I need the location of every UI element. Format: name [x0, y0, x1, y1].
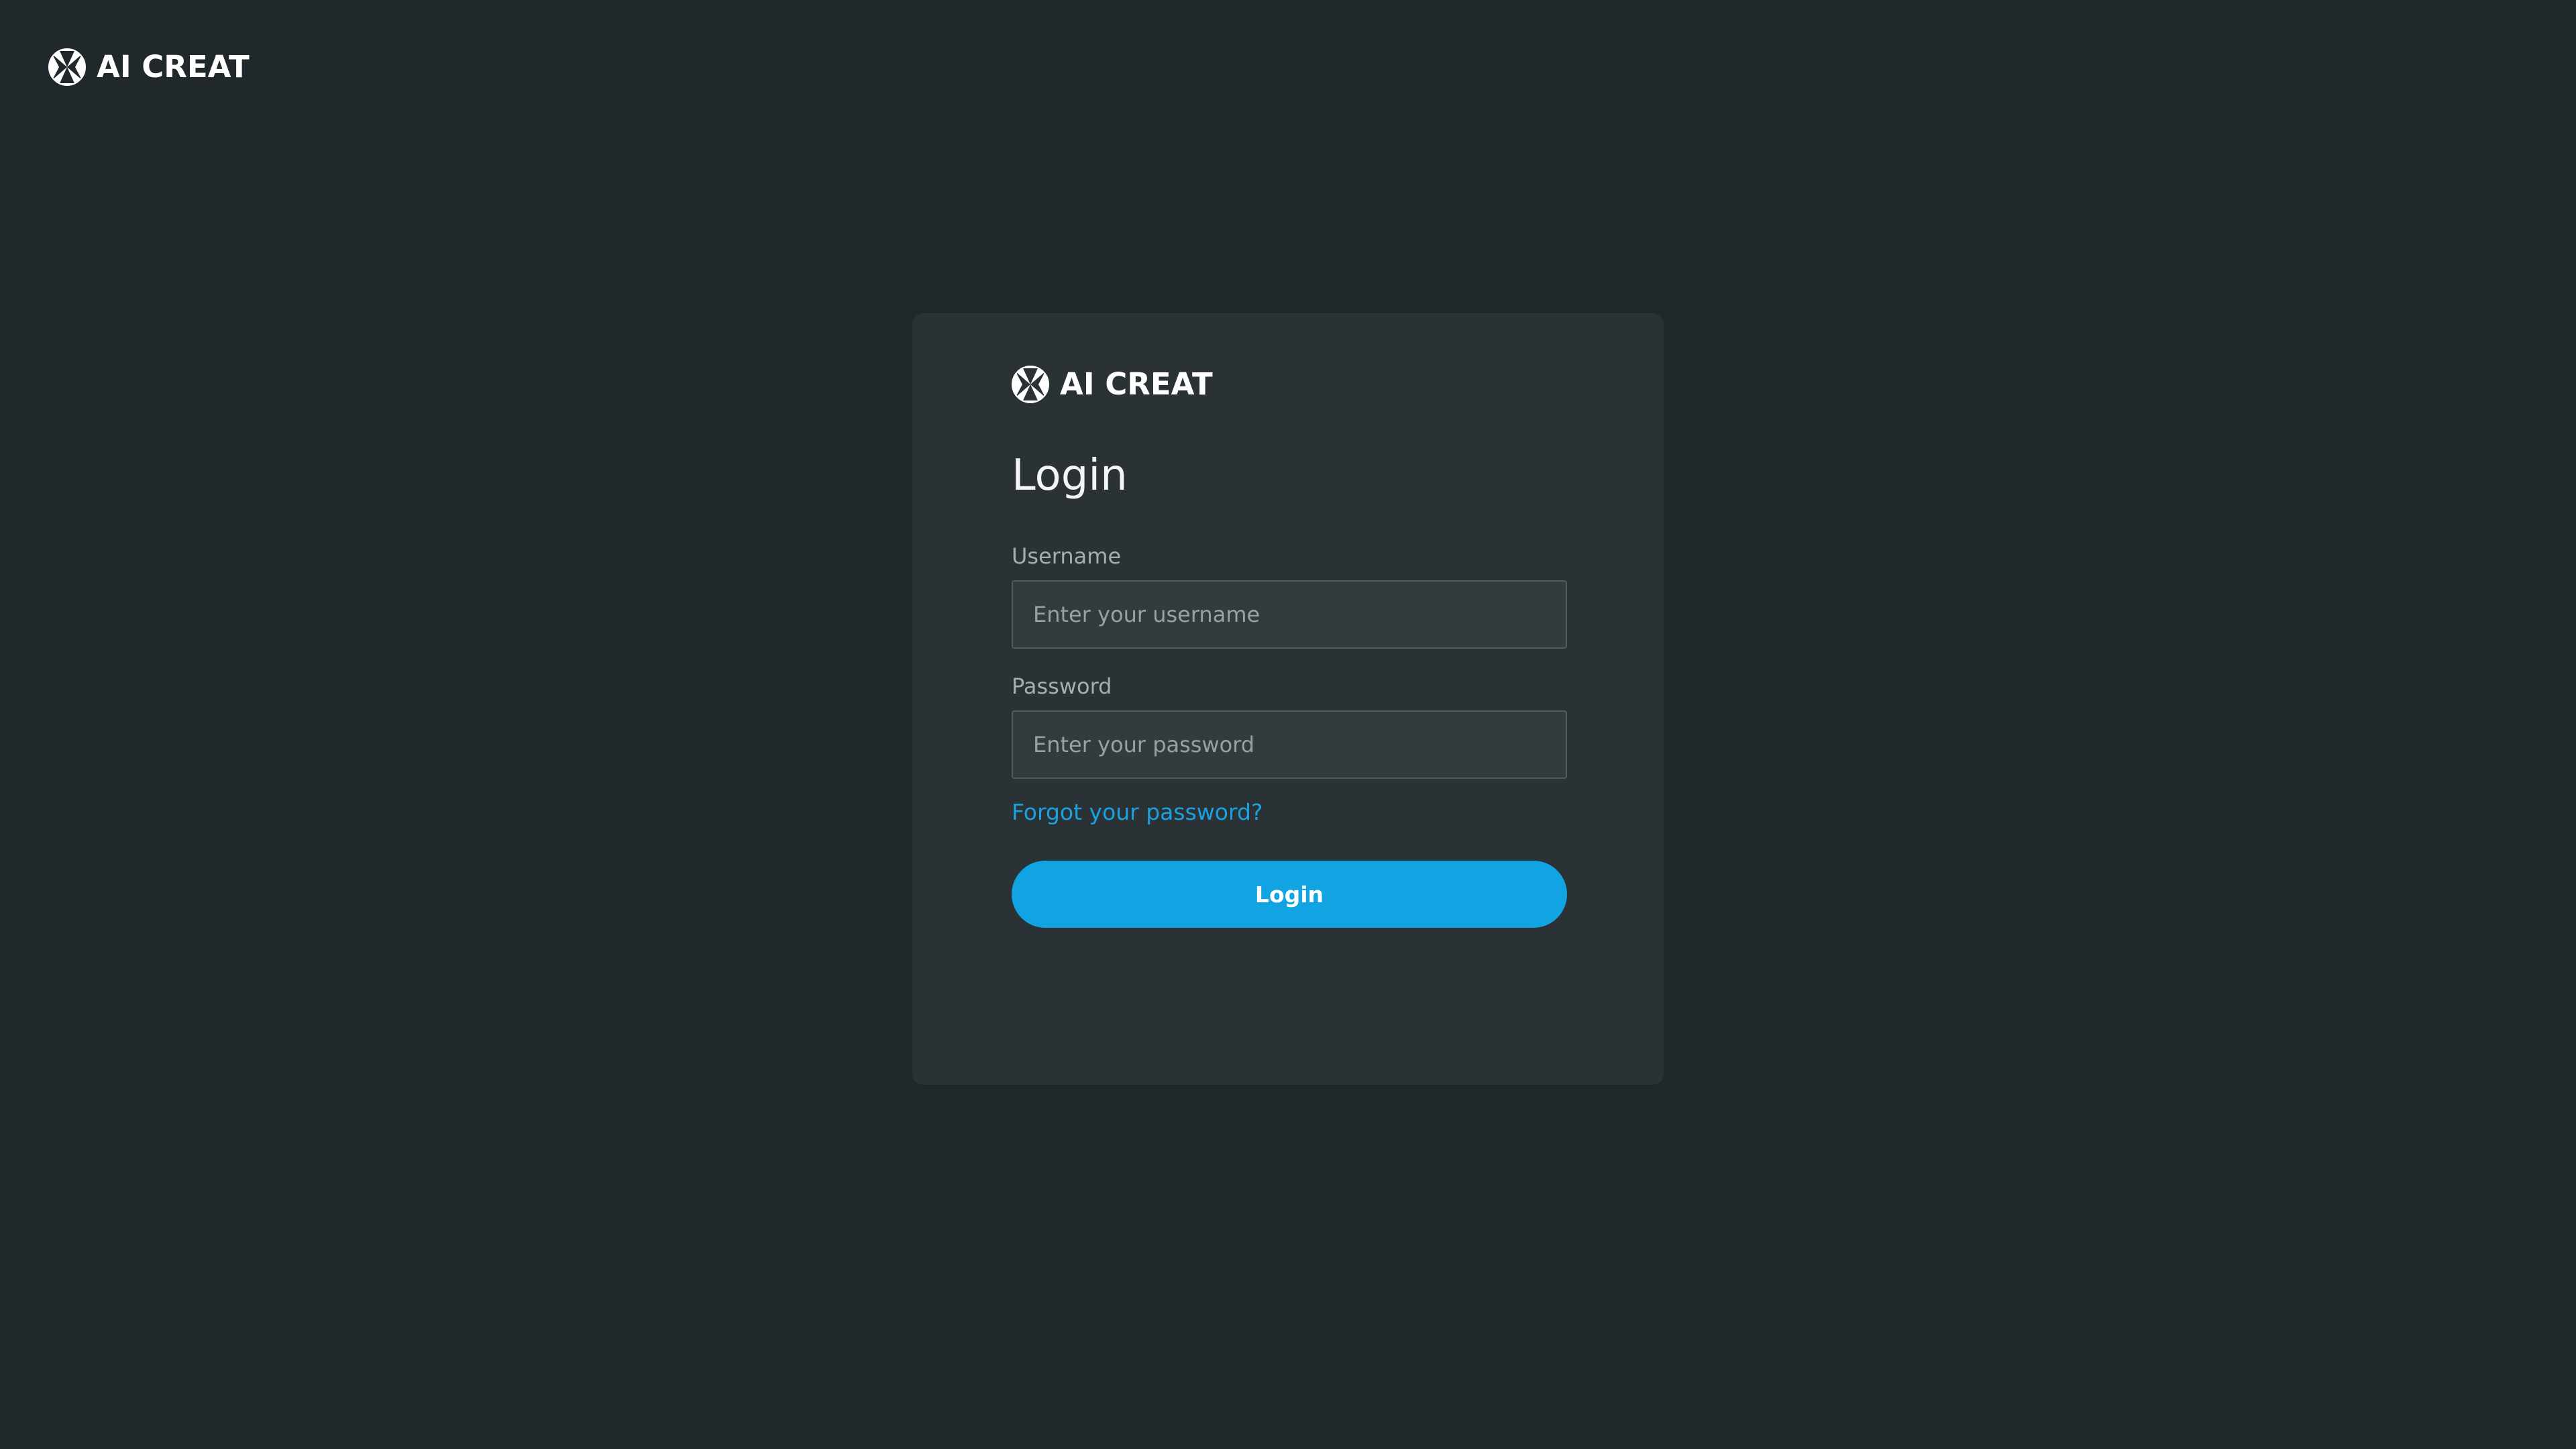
ai-creat-logo-icon — [1012, 366, 1049, 403]
username-input[interactable] — [1012, 580, 1567, 649]
card-brand-name: AI CREAT — [1060, 366, 1213, 402]
page-title: Login — [1012, 451, 1128, 500]
login-button[interactable]: Login — [1012, 861, 1567, 928]
login-page: AI CREAT AI CREAT Login Username Passwor… — [0, 0, 2576, 1449]
ai-creat-logo-icon — [48, 48, 86, 86]
password-label: Password — [1012, 674, 1112, 699]
brand-name: AI CREAT — [97, 49, 250, 85]
header-brand[interactable]: AI CREAT — [48, 47, 250, 87]
password-input[interactable] — [1012, 710, 1567, 779]
login-card: AI CREAT Login Username Password Forgot … — [912, 313, 1664, 1085]
card-brand: AI CREAT — [1012, 364, 1567, 405]
username-label: Username — [1012, 543, 1122, 569]
forgot-password-link[interactable]: Forgot your password? — [1012, 799, 1263, 826]
login-form: AI CREAT Login Username Password Forgot … — [1012, 364, 1567, 928]
